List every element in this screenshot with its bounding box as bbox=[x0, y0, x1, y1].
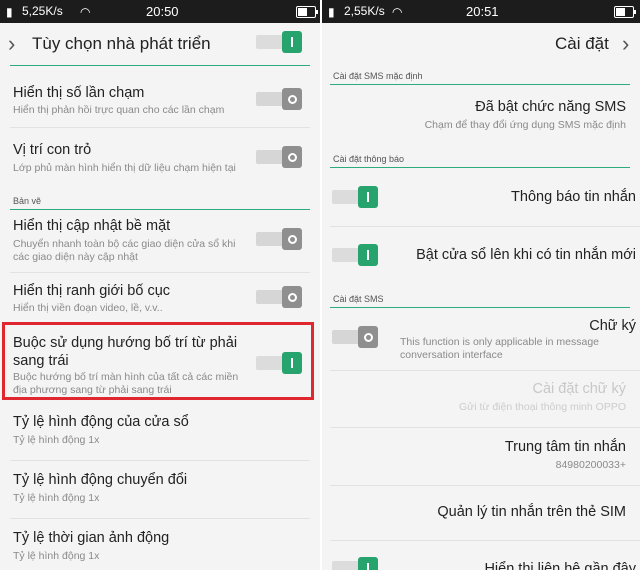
network-speed: 5,25K/s bbox=[22, 4, 63, 18]
row-subtitle: Lớp phủ màn hình hiển thị dữ liệu chạm h… bbox=[13, 162, 236, 174]
back-chevron-icon[interactable]: › bbox=[8, 31, 15, 57]
forward-chevron-icon[interactable]: › bbox=[622, 31, 629, 57]
pointer-location-row[interactable]: Vị trí con trỏ Lớp phủ màn hình hiển thị… bbox=[0, 128, 320, 186]
signature-toggle[interactable] bbox=[332, 326, 378, 348]
show-touches-row[interactable]: Hiển thị số lần chạm Hiển thị phản hồi t… bbox=[0, 70, 320, 126]
row-subtitle: This function is only applicable in mess… bbox=[400, 336, 600, 361]
row-title: Thông báo tin nhắn bbox=[511, 189, 636, 205]
row-subtitle: Tỷ lệ hình động 1x bbox=[13, 492, 100, 504]
row-subtitle: Hiển thị viền đoạn video, lề, v.v.. bbox=[13, 302, 163, 314]
section-header: Cài đặt SMS bbox=[333, 294, 384, 304]
layout-bounds-toggle[interactable] bbox=[256, 286, 302, 308]
default-sms-row[interactable]: Đã bật chức năng SMS Chạm để thay đổi ứn… bbox=[322, 85, 640, 143]
row-title: Tỷ lệ hình động của cửa sổ bbox=[13, 414, 189, 430]
row-subtitle: 84980200033+ bbox=[555, 459, 626, 471]
row-subtitle: Gửi từ điện thoại thông minh OPPO bbox=[459, 401, 626, 413]
developer-options-screen: ▮ 5,25K/s ◠ 20:50 › Tùy chọn nhà phát tr… bbox=[0, 0, 320, 570]
window-animation-scale-row[interactable]: Tỷ lệ hình động của cửa sổ Tỷ lệ hình độ… bbox=[0, 404, 320, 460]
title-bar: › Tùy chọn nhà phát triển bbox=[0, 23, 320, 65]
developer-options-toggle[interactable] bbox=[256, 31, 302, 53]
surface-updates-toggle[interactable] bbox=[256, 228, 302, 250]
message-center-row[interactable]: Trung tâm tin nhắn 84980200033+ bbox=[322, 428, 640, 484]
show-surface-updates-row[interactable]: Hiển thị cập nhật bề mặt Chuyển nhanh to… bbox=[0, 210, 320, 272]
sms-settings-screen: ▮ 2,55K/s ◠ 20:51 Cài đặt › Cài đặt SMS … bbox=[322, 0, 640, 570]
row-title: Trung tâm tin nhắn bbox=[504, 439, 626, 455]
clock: 20:51 bbox=[466, 4, 499, 19]
row-title: Hiển thị cập nhật bề mặt bbox=[13, 218, 171, 234]
recent-contacts-toggle[interactable] bbox=[332, 557, 378, 570]
battery-icon bbox=[296, 6, 318, 18]
row-subtitle: Chuyển nhanh toàn bộ các giao diện cửa s… bbox=[13, 238, 236, 263]
message-notification-row[interactable]: Thông báo tin nhắn bbox=[322, 168, 640, 226]
network-speed: 2,55K/s bbox=[344, 4, 385, 18]
row-title: Hiển thị số lần chạm bbox=[13, 85, 145, 101]
popup-new-message-toggle[interactable] bbox=[332, 244, 378, 266]
animator-duration-scale-row[interactable]: Tỷ lệ thời gian ảnh động Tỷ lệ hình động… bbox=[0, 519, 320, 570]
row-subtitle: Tỷ lệ hình động 1x bbox=[13, 434, 100, 446]
clock: 20:50 bbox=[146, 4, 179, 19]
sim-messages-row[interactable]: Quản lý tin nhắn trên thẻ SIM bbox=[322, 486, 640, 540]
page-title: Tùy chọn nhà phát triển bbox=[32, 34, 211, 53]
status-bar: ▮ 2,55K/s ◠ 20:51 bbox=[322, 0, 640, 23]
row-title: Bật cửa sổ lên khi có tin nhắn mới bbox=[416, 247, 636, 263]
recent-contacts-row[interactable]: Hiển thị liên hệ gần đây bbox=[322, 541, 640, 570]
signature-row[interactable]: Chữ ký This function is only applicable … bbox=[322, 308, 640, 370]
row-title: Tỷ lệ hình động chuyển đổi bbox=[13, 472, 188, 488]
row-title: Chữ ký bbox=[589, 318, 636, 334]
row-subtitle: Chạm để thay đổi ứng dụng SMS mặc định bbox=[424, 119, 626, 131]
title-underline bbox=[10, 65, 310, 66]
page-title: Cài đặt bbox=[555, 34, 609, 53]
pointer-location-toggle[interactable] bbox=[256, 146, 302, 168]
signal-icon: ▮ bbox=[6, 5, 13, 19]
message-notification-toggle[interactable] bbox=[332, 186, 378, 208]
row-title: Đã bật chức năng SMS bbox=[475, 99, 626, 115]
signature-settings-row: Cài đặt chữ ký Gửi từ điện thoại thông m… bbox=[322, 371, 640, 427]
row-title: Cài đặt chữ ký bbox=[532, 381, 626, 397]
section-header: Cài đặt thông báo bbox=[333, 154, 405, 164]
show-layout-bounds-row[interactable]: Hiển thị ranh giới bố cục Hiển thị viền … bbox=[0, 273, 320, 321]
section-header: Cài đặt SMS mặc định bbox=[333, 71, 423, 81]
row-title: Hiển thị liên hệ gần đây bbox=[484, 561, 636, 570]
row-title: Hiển thị ranh giới bố cục bbox=[13, 283, 171, 299]
show-touches-toggle[interactable] bbox=[256, 88, 302, 110]
row-title: Vị trí con trỏ bbox=[13, 142, 92, 158]
row-title: Quản lý tin nhắn trên thẻ SIM bbox=[437, 504, 626, 520]
row-subtitle: Tỷ lệ hình động 1x bbox=[13, 550, 100, 562]
signal-icon: ▮ bbox=[328, 5, 335, 19]
battery-icon bbox=[614, 6, 636, 18]
popup-new-message-row[interactable]: Bật cửa sổ lên khi có tin nhắn mới bbox=[322, 227, 640, 285]
title-bar: Cài đặt › bbox=[322, 23, 640, 65]
row-subtitle: Hiển thị phản hồi trực quan cho các lần … bbox=[13, 104, 225, 116]
wifi-icon: ◠ bbox=[80, 5, 91, 19]
section-header: Bản vẽ bbox=[13, 196, 42, 206]
row-title: Tỷ lệ thời gian ảnh động bbox=[13, 530, 170, 546]
status-bar: ▮ 5,25K/s ◠ 20:50 bbox=[0, 0, 320, 23]
highlight-frame bbox=[2, 322, 314, 400]
wifi-icon: ◠ bbox=[392, 5, 403, 19]
transition-animation-scale-row[interactable]: Tỷ lệ hình động chuyển đổi Tỷ lệ hình độ… bbox=[0, 461, 320, 517]
